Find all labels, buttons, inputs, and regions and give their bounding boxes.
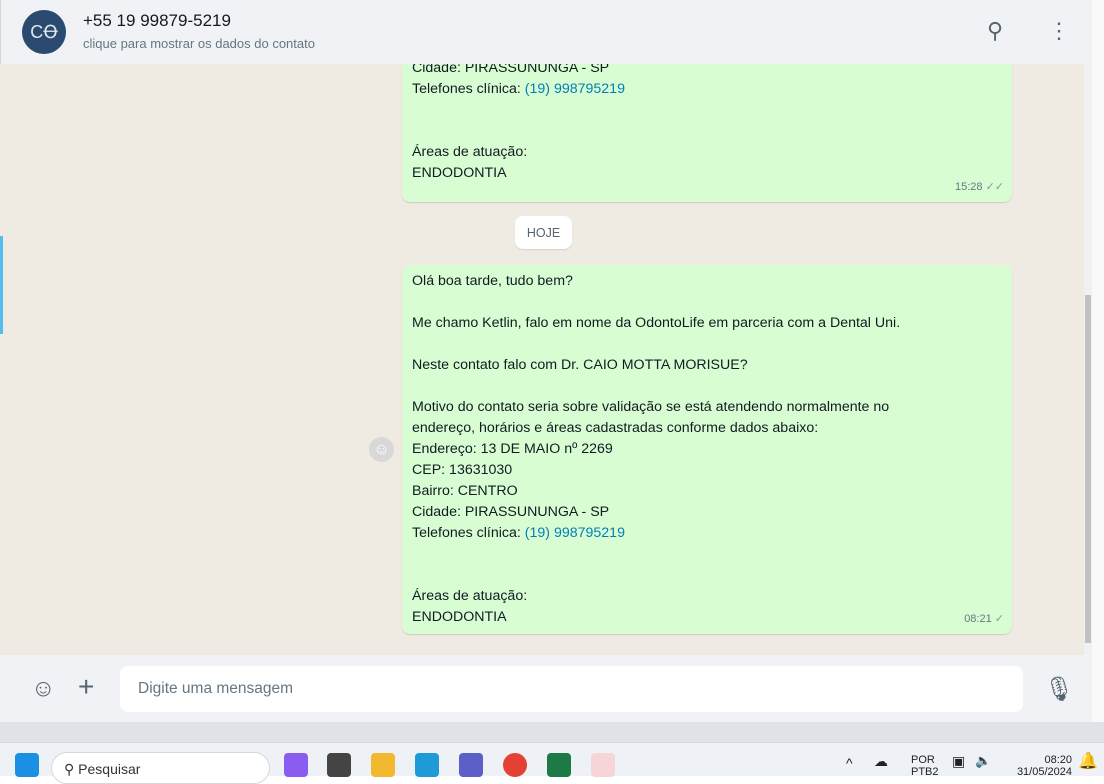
copilot-icon[interactable] — [284, 753, 308, 777]
contact-avatar[interactable]: CꝊ — [22, 10, 66, 54]
scrollbar-thumb[interactable] — [1085, 295, 1091, 643]
message-line: CEP: 13631030 — [412, 462, 513, 478]
message-bubble[interactable]: Cidade: PIRASSUNUNGA - SP Telefones clín… — [402, 64, 1012, 202]
message-line: ENDODONTIA — [412, 609, 507, 625]
window-border — [0, 722, 1104, 742]
message-line — [412, 565, 1002, 586]
message-line: endereço, horários e áreas cadastradas c… — [412, 420, 819, 436]
contact-name[interactable]: +55 19 99879-5219 — [83, 11, 231, 31]
window-edge — [1092, 0, 1104, 742]
teams-icon[interactable] — [459, 753, 483, 777]
search-icon[interactable]: ⚲ — [987, 18, 1003, 44]
message-time: 15:28 — [954, 181, 983, 193]
clock[interactable]: 08:20 31/05/2024 — [1008, 754, 1072, 778]
message-line: Endereço: 13 DE MAIO nº 2269 — [412, 441, 613, 457]
edge-icon[interactable] — [415, 753, 439, 777]
microphone-icon[interactable]: 🎙 — [1044, 675, 1074, 704]
chat-header[interactable]: CꝊ +55 19 99879-5219 clique para mostrar… — [0, 0, 1092, 64]
message-line: Áreas de atuação: — [412, 588, 528, 604]
message-line: Cidade: PIRASSUNUNGA - SP — [412, 64, 610, 76]
message-line — [412, 334, 1002, 355]
taskview-icon[interactable] — [327, 753, 351, 777]
message-line: ENDODONTIA — [412, 165, 507, 181]
taskbar: ⚲ Pesquisar ^ ☁ POR PTB2 ▣ 🔈 08:20 31/05/2… — [0, 742, 1104, 784]
contact-subtitle[interactable]: clique para mostrar os dados do contato — [83, 36, 315, 51]
message-line: Telefones clínica: — [412, 525, 525, 541]
message-line — [412, 292, 1002, 313]
notification-bell-icon[interactable]: 🔔 — [1078, 751, 1098, 771]
lang-layout: PTB2 — [911, 766, 939, 778]
message-line — [412, 544, 1002, 565]
windows-start-icon[interactable] — [15, 753, 39, 777]
emoji-reaction-icon[interactable]: ☺ — [369, 437, 394, 462]
volume-icon[interactable]: 🔈 — [975, 753, 991, 769]
message-input[interactable]: Digite uma mensagem — [120, 666, 1023, 712]
message-line — [412, 376, 1002, 397]
excel-icon[interactable] — [547, 753, 571, 777]
message-list: Cidade: PIRASSUNUNGA - SP Telefones clín… — [0, 64, 1092, 655]
message-line: Bairro: CENTRO — [412, 483, 518, 499]
lang-code: POR — [911, 754, 935, 766]
clock-date: 31/05/2024 — [1016, 766, 1072, 778]
message-line — [412, 100, 1002, 121]
onedrive-icon[interactable]: ☁ — [874, 753, 888, 770]
taskbar-search-label: Pesquisar — [78, 761, 141, 777]
network-icon[interactable]: ▣ — [952, 753, 965, 770]
sent-tick-icon: ✓ — [994, 613, 1004, 625]
message-line: Áreas de atuação: — [412, 144, 528, 160]
language-indicator[interactable]: POR PTB2 — [911, 754, 939, 778]
message-line: Neste contato falo com Dr. CAIO MOTTA MO… — [412, 357, 748, 373]
read-ticks-icon: ✓✓ — [985, 181, 1004, 193]
clock-time: 08:20 — [1044, 754, 1072, 766]
attach-plus-icon[interactable]: + — [78, 671, 94, 703]
taskbar-search[interactable]: ⚲ Pesquisar — [51, 752, 270, 784]
message-line — [412, 121, 1002, 142]
menu-icon[interactable]: ⋮ — [1048, 18, 1070, 44]
message-time: 08:21 — [964, 613, 992, 625]
emoji-icon[interactable]: ☺ — [31, 675, 56, 703]
message-line: Telefones clínica: — [412, 81, 525, 97]
chrome-icon[interactable] — [503, 753, 527, 777]
date-divider: HOJE — [515, 216, 572, 249]
file-explorer-icon[interactable] — [371, 753, 395, 777]
message-line: Cidade: PIRASSUNUNGA - SP — [412, 504, 610, 520]
message-line: Olá boa tarde, tudo bem? — [412, 273, 573, 289]
message-line: Me chamo Ketlin, falo em nome da OdontoL… — [412, 315, 901, 331]
snipping-tool-icon[interactable] — [591, 753, 615, 777]
composer: ☺ + Digite uma mensagem 🎙 — [0, 655, 1092, 722]
message-line: Motivo do contato seria sobre validação … — [412, 399, 890, 415]
message-bubble[interactable]: Olá boa tarde, tudo bem? Me chamo Ketlin… — [402, 265, 1012, 634]
phone-link[interactable]: (19) 998795219 — [525, 525, 625, 541]
left-accent — [0, 236, 3, 334]
tray-chevron-icon[interactable]: ^ — [846, 755, 853, 771]
phone-link[interactable]: (19) 998795219 — [525, 81, 625, 97]
